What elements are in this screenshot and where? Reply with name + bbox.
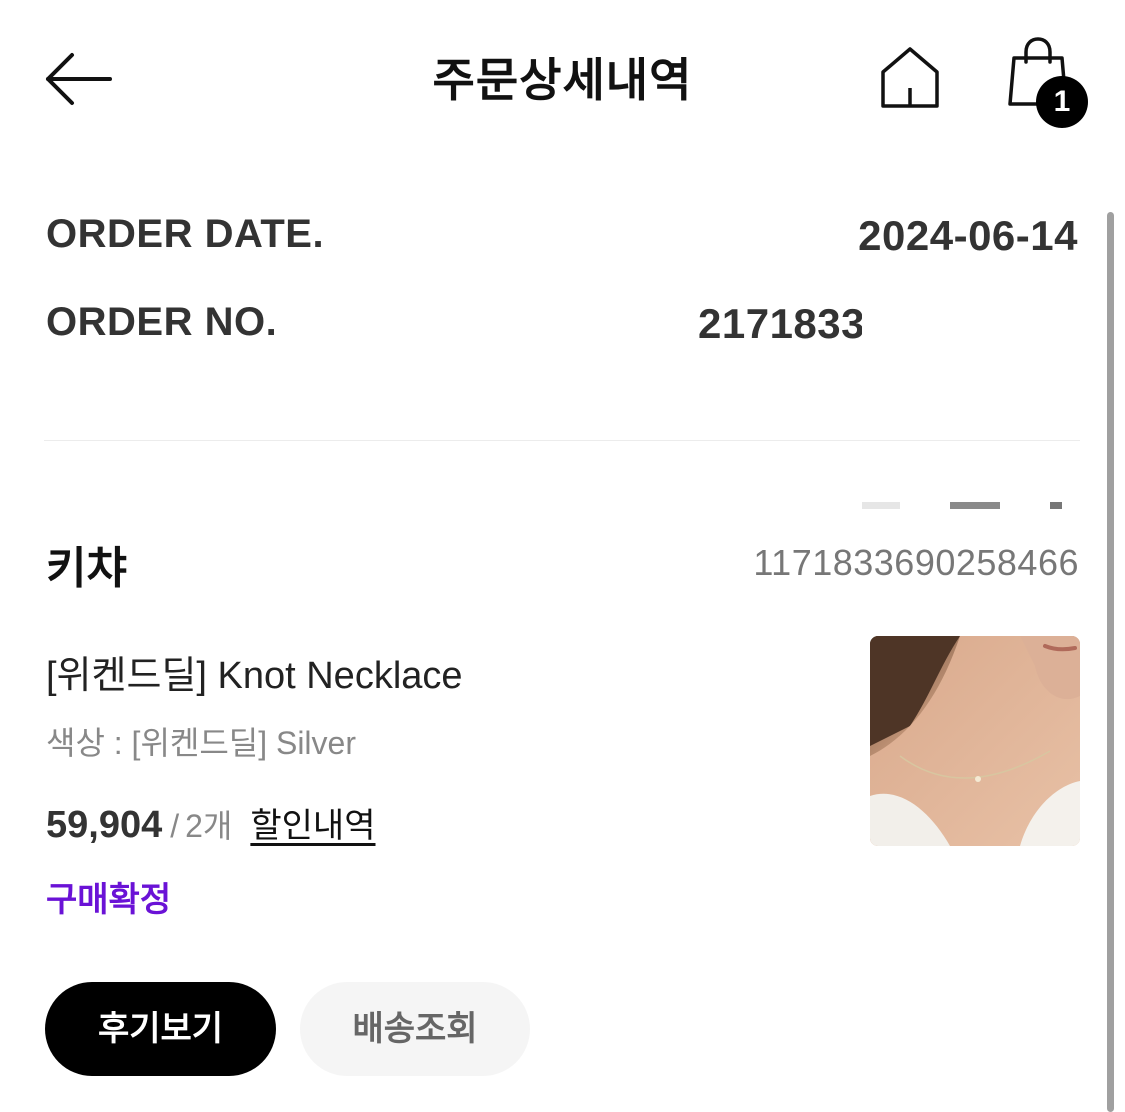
product-option: 색상 : [위켄드딜] Silver [46, 725, 356, 761]
order-date-label: ORDER DATE. [46, 212, 325, 256]
order-date-value: 2024-06-14 [858, 212, 1078, 259]
section-divider [44, 440, 1080, 441]
order-no-label: ORDER NO. [46, 300, 278, 344]
scrollbar[interactable] [1107, 212, 1114, 1112]
page-title: 주문상세내역 [432, 53, 693, 107]
view-review-button[interactable]: 후기보기 [45, 982, 276, 1076]
product-photo [870, 636, 1080, 846]
order-date-row: ORDER DATE. 2024-06-14 [46, 212, 1078, 272]
redaction-overlay [862, 290, 1082, 520]
home-icon [881, 47, 939, 108]
product-price: 59,904 [46, 804, 163, 846]
purchase-status: 구매확정 [46, 880, 172, 920]
home-button[interactable] [876, 44, 944, 112]
product-name[interactable]: [위켄드딜] Knot Necklace [46, 644, 463, 699]
app-header: 주문상세내역 1 [0, 0, 1125, 160]
product-quantity: 2개 [185, 808, 233, 844]
brand-name[interactable]: 키챠 [46, 532, 127, 596]
price-line: 59,904/2개 할인내역 [46, 798, 376, 848]
item-order-number: 1171833690258466 [753, 542, 1079, 583]
product-thumbnail[interactable] [870, 636, 1080, 846]
quantity-separator: / [170, 808, 180, 844]
order-no-value: 21718330 [698, 300, 889, 347]
track-delivery-button[interactable]: 배송조회 [300, 982, 530, 1076]
cart-button[interactable]: 1 [1004, 36, 1096, 128]
cart-count-badge: 1 [1036, 76, 1088, 128]
discount-details-link[interactable]: 할인내역 [250, 806, 375, 846]
